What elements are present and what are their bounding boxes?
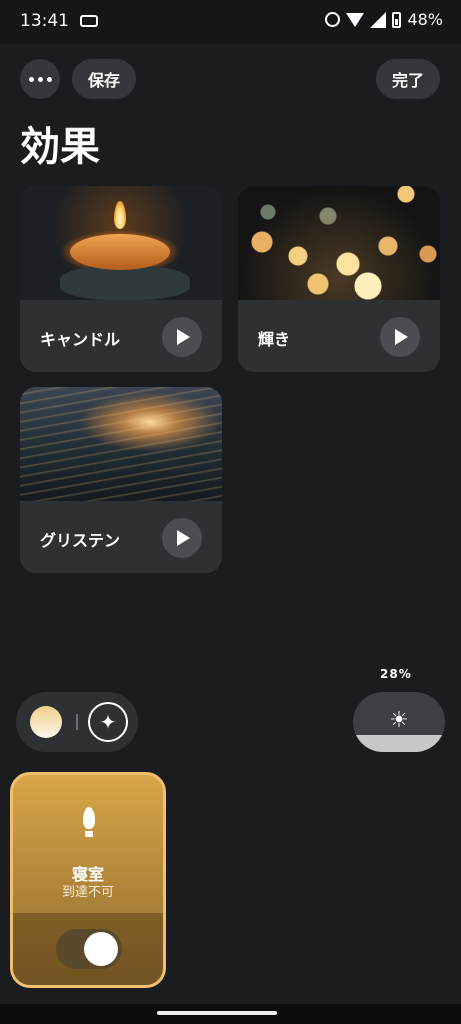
- play-icon[interactable]: [162, 518, 202, 558]
- save-button[interactable]: 保存: [72, 59, 136, 99]
- navigation-bar: [0, 1004, 461, 1024]
- color-swatch-button[interactable]: [30, 706, 62, 738]
- toggle-knob: [84, 932, 118, 966]
- battery-icon: [392, 11, 402, 28]
- wifi-icon: [346, 12, 365, 27]
- effect-label: 輝き: [258, 330, 291, 349]
- battery-percent: 48%: [407, 10, 443, 29]
- divider: [76, 714, 78, 730]
- signal-icon: [370, 11, 387, 28]
- effect-label: キャンドル: [40, 330, 121, 349]
- alarm-icon: [325, 12, 341, 27]
- home-handle[interactable]: [157, 1011, 277, 1015]
- more-button[interactable]: [20, 59, 60, 99]
- color-effects-control: ✦: [16, 692, 138, 752]
- device-tile-bedroom[interactable]: 寝室 到達不可: [10, 772, 166, 988]
- brightness-value: 28%: [380, 667, 412, 681]
- effect-card-sparkle[interactable]: 輝き: [238, 186, 440, 372]
- bulb-icon: [83, 807, 95, 837]
- done-button[interactable]: 完了: [376, 59, 440, 99]
- water-image: [20, 387, 222, 501]
- status-icons: 48%: [325, 10, 443, 29]
- effect-card-candle[interactable]: キャンドル: [20, 186, 222, 372]
- candle-image: [20, 186, 222, 300]
- play-icon[interactable]: [162, 317, 202, 357]
- brightness-fill: [353, 735, 445, 752]
- sun-icon: ☀: [389, 708, 409, 733]
- bokeh-image: [238, 186, 440, 300]
- play-icon[interactable]: [380, 317, 420, 357]
- status-bar: 13:41 48%: [0, 0, 461, 44]
- effect-card-glisten[interactable]: グリステン: [20, 387, 222, 573]
- effect-label: グリステン: [40, 531, 121, 550]
- device-status: 到達不可: [61, 885, 114, 900]
- device-power-toggle[interactable]: [56, 929, 122, 969]
- page-title: 効果: [20, 124, 100, 170]
- screen-record-icon: [80, 15, 98, 27]
- brightness-slider[interactable]: ☀: [353, 692, 445, 752]
- sparkle-icon[interactable]: ✦: [88, 702, 128, 742]
- status-time: 13:41: [20, 11, 69, 31]
- more-icon: [28, 76, 52, 82]
